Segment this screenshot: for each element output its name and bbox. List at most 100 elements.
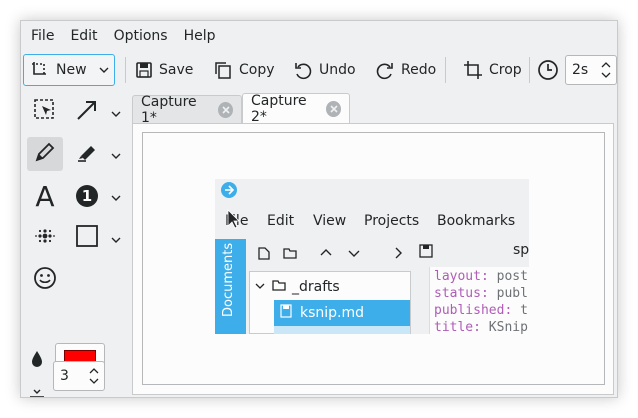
delay-spinbox[interactable]: 2s: [565, 55, 617, 85]
stroke-width-icon: [27, 387, 47, 397]
marker-tool-button[interactable]: [69, 137, 105, 171]
menu-options[interactable]: Options: [106, 21, 176, 51]
redo-icon: [375, 60, 395, 80]
chevron-up-icon: [319, 246, 333, 264]
crop-icon: [463, 60, 483, 80]
copy-button[interactable]: Copy: [209, 54, 279, 86]
blur-tool-button[interactable]: [27, 221, 63, 255]
rectangle-icon: [75, 224, 99, 252]
arrow-tool-button[interactable]: [69, 95, 105, 129]
folder-icon: [272, 279, 286, 295]
save-button[interactable]: Save: [131, 54, 197, 86]
code-line: layout: post: [434, 269, 528, 284]
number-tool-button[interactable]: 1: [69, 179, 105, 213]
code-line: published: t: [434, 303, 528, 318]
main-toolbar: New Save Copy Undo Redo Crop 2s: [21, 51, 617, 89]
code-value: t: [512, 303, 528, 318]
code-key: title:: [434, 320, 481, 334]
tree-row-label: _drafts: [292, 279, 340, 295]
menu-file[interactable]: File: [23, 21, 62, 51]
redo-label: Redo: [401, 62, 437, 78]
captured-menu-projects: Projects: [364, 213, 420, 229]
code-value: post: [488, 269, 528, 284]
copy-label: Copy: [239, 62, 275, 78]
tab-capture-2[interactable]: Capture 2*: [242, 92, 350, 125]
text-icon: A: [35, 179, 55, 213]
code-key: status:: [434, 286, 489, 301]
tree-row-ksnip: ksnip.md: [274, 300, 410, 326]
code-value: KSnip: [480, 320, 528, 334]
file-icon: [280, 304, 292, 322]
copy-icon: [213, 60, 233, 80]
chevron-down-icon[interactable]: [109, 107, 123, 117]
code-key: published:: [434, 303, 513, 318]
pen-icon: [33, 140, 57, 168]
rectangle-tool-button[interactable]: [69, 221, 105, 255]
chevron-down-icon[interactable]: [109, 191, 123, 201]
select-icon: [33, 98, 57, 126]
folder-icon: [283, 246, 297, 264]
code-key: layout:: [434, 269, 489, 284]
new-capture-label: New: [56, 62, 87, 78]
toolbar-separator: [529, 57, 530, 83]
tree-row-drafts: _drafts: [250, 274, 410, 300]
menu-bar: File Edit Options Help: [21, 21, 617, 51]
ksnip-window: File Edit Options Help New Save Copy Und…: [20, 20, 618, 398]
tab-capture-1[interactable]: Capture 1*: [132, 93, 242, 126]
text-tool-button[interactable]: A: [27, 179, 63, 213]
blur-icon: [33, 224, 57, 252]
code-line: title: KSnip: [434, 320, 528, 334]
chevron-down-icon: [347, 246, 361, 264]
sticker-tool-button[interactable]: [27, 263, 63, 297]
tab-label: Capture 1*: [141, 93, 197, 126]
documents-tab-label: Documents: [221, 243, 236, 318]
select-tool-button[interactable]: [27, 95, 63, 129]
code-line: status: publ: [434, 286, 528, 301]
chevron-down-icon: [98, 65, 110, 75]
width-value: 3: [60, 368, 69, 384]
annotation-canvas[interactable]: File Edit View Projects Bookmarks: [142, 132, 605, 385]
spin-arrows-icon[interactable]: [600, 59, 612, 85]
chevron-down-icon[interactable]: [109, 233, 123, 243]
captured-toolbar-text: sp: [513, 242, 529, 258]
opacity-drop-icon: [27, 349, 47, 369]
toolbar-separator: [125, 57, 126, 83]
tree-row-partial: [274, 326, 410, 334]
redo-button[interactable]: Redo: [371, 54, 440, 86]
clock-icon: [533, 54, 563, 86]
menu-help[interactable]: Help: [176, 21, 224, 51]
captured-menu-bookmarks: Bookmarks: [437, 213, 516, 229]
new-capture-button[interactable]: New: [23, 54, 115, 86]
captured-screenshot: File Edit View Projects Bookmarks: [215, 179, 529, 334]
captured-file-tree: _drafts ksnip.md: [249, 271, 411, 334]
save-icon: [419, 244, 433, 262]
chevron-right-icon: [391, 246, 405, 264]
undo-button[interactable]: Undo: [289, 54, 360, 86]
smiley-icon: [33, 266, 57, 294]
mouse-cursor-icon: [227, 209, 240, 229]
save-label: Save: [159, 62, 194, 78]
undo-label: Undo: [319, 62, 356, 78]
captured-menu-edit: Edit: [267, 213, 295, 229]
menu-edit[interactable]: Edit: [62, 21, 105, 51]
undo-icon: [293, 60, 313, 80]
captured-titlebar: [215, 179, 529, 201]
number-badge-icon: 1: [76, 185, 98, 207]
pen-tool-button[interactable]: [27, 137, 63, 171]
crop-label: Crop: [489, 62, 522, 78]
chevron-down-icon[interactable]: [109, 149, 123, 159]
crop-button[interactable]: Crop: [459, 54, 526, 86]
editor-gutter: [414, 267, 430, 334]
tree-row-label: ksnip.md: [300, 305, 365, 321]
spin-arrows-icon[interactable]: [88, 365, 100, 391]
chevron-down-icon: [254, 279, 266, 295]
tab-label: Capture 2*: [251, 92, 307, 125]
rect-select-icon: [30, 60, 50, 80]
captured-menu-view: View: [313, 213, 347, 229]
close-icon[interactable]: [326, 100, 341, 117]
number-badge-text: 1: [81, 187, 93, 205]
width-spinbox[interactable]: 3: [53, 361, 105, 391]
close-icon[interactable]: [218, 101, 233, 118]
captured-toolbar: sp: [215, 237, 529, 267]
captured-documents-tab: Documents: [215, 239, 246, 334]
